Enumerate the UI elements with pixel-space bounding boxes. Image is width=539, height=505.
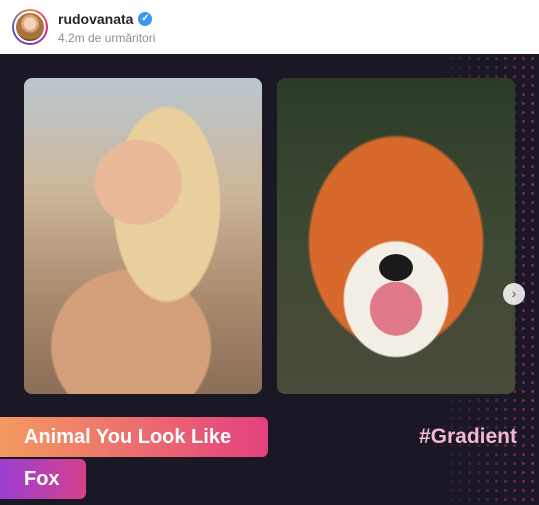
hashtag-text: #Gradient [418,425,517,448]
username-row: rudovanata ✓ [58,11,153,27]
result-label: Fox [0,459,86,499]
followers-count: 4.2m de urmăritori [58,31,156,45]
fox-photo [277,78,515,394]
animal-label: Animal You Look Like [0,417,268,457]
post-image[interactable]: › Animal You Look Like Fox #Gradient [0,54,539,505]
avatar-image [14,11,46,43]
username-link[interactable]: rudovanata [58,11,133,27]
person-photo [24,78,262,394]
chevron-right-icon[interactable]: › [503,283,525,305]
avatar[interactable] [12,9,48,45]
verified-check-icon: ✓ [138,12,153,26]
post-header: rudovanata ✓ 4.2m de urmăritori [0,0,539,52]
